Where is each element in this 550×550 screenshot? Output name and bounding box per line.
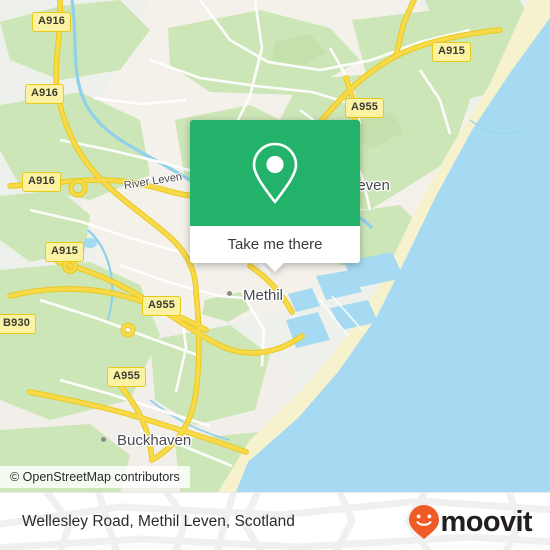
road-shield: A916: [22, 172, 62, 192]
location-address-text: Wellesley Road, Methil Leven, Scotland: [22, 513, 295, 530]
road-shield: A955: [345, 98, 385, 118]
moovit-smiley-pin-icon: [408, 505, 439, 539]
place-marker-dot: [227, 291, 232, 296]
place-label-buckhaven: Buckhaven: [117, 432, 192, 449]
map-canvas[interactable]: A916 A916 A915 A955 A916 A915 A955 B930 …: [0, 0, 550, 492]
take-me-there-button[interactable]: Take me there: [190, 226, 360, 272]
moovit-map-screenshot: A916 A916 A915 A955 A916 A915 A955 B930 …: [0, 0, 550, 550]
moovit-logo[interactable]: moovit: [408, 493, 533, 550]
location-callout-card[interactable]: Take me there: [190, 120, 360, 272]
place-marker-dot: [101, 437, 106, 442]
footer-bar: Wellesley Road, Methil Leven, Scotland m…: [0, 492, 550, 550]
road-shield: A955: [107, 367, 147, 387]
road-shield: B930: [0, 314, 37, 334]
take-me-there-label: Take me there: [227, 236, 323, 253]
map-pin-icon: [252, 142, 298, 204]
callout-pointer-tail: [265, 262, 285, 272]
location-address: Wellesley Road, Methil Leven, Scotland: [22, 493, 295, 550]
road-shield: A915: [432, 42, 472, 62]
road-shield: A955: [142, 296, 182, 316]
road-shield: A916: [32, 12, 72, 32]
moovit-wordmark: moovit: [440, 505, 533, 538]
osm-attribution-text: © OpenStreetMap contributors: [10, 470, 180, 484]
callout-header: [190, 120, 360, 226]
road-shield: A916: [25, 84, 65, 104]
place-label-methil: Methil: [243, 287, 284, 304]
road-shield: A915: [45, 242, 85, 262]
osm-attribution[interactable]: © OpenStreetMap contributors: [0, 466, 190, 488]
